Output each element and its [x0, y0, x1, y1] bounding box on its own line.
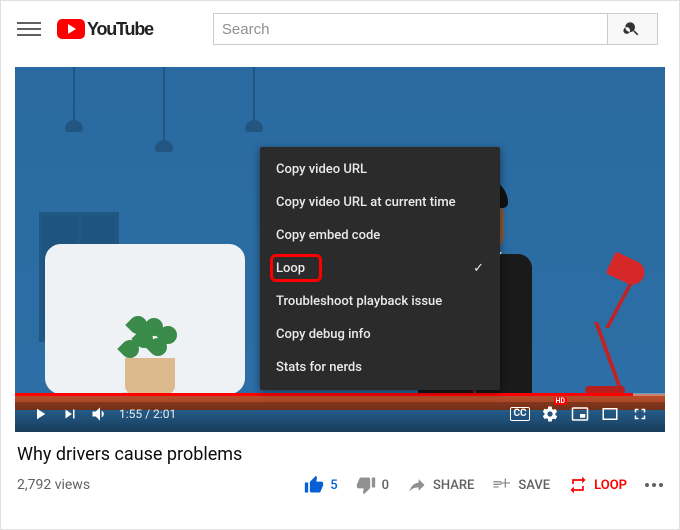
search-button[interactable]: [608, 13, 658, 45]
video-player[interactable]: 1:55 / 2:01 CC HD Copy video URL Copy vi…: [15, 67, 665, 432]
thumbs-down-icon: [356, 475, 376, 495]
menu-icon[interactable]: [17, 17, 41, 41]
share-icon: [407, 475, 427, 495]
loop-button[interactable]: LOOP: [568, 475, 627, 495]
ctx-loop[interactable]: Loop ✓: [260, 252, 500, 285]
fullscreen-button[interactable]: [625, 399, 655, 429]
settings-button[interactable]: HD: [535, 399, 565, 429]
ctx-copy-embed[interactable]: Copy embed code: [260, 219, 500, 252]
ctx-stats[interactable]: Stats for nerds: [260, 351, 500, 384]
gear-icon: [541, 405, 559, 423]
save-button[interactable]: SAVE: [492, 475, 550, 495]
play-button[interactable]: [25, 399, 55, 429]
video-meta: Why drivers cause problems 2,792 views 5…: [1, 432, 679, 495]
theater-button[interactable]: [595, 399, 625, 429]
thumbs-up-icon: [304, 475, 324, 495]
youtube-logo[interactable]: YouTube: [57, 19, 153, 40]
captions-button[interactable]: CC: [505, 399, 535, 429]
playlist-add-icon: [492, 475, 512, 495]
play-icon: [57, 19, 85, 39]
miniplayer-button[interactable]: [565, 399, 595, 429]
hd-badge: HD: [554, 397, 568, 405]
header: YouTube: [1, 1, 679, 57]
volume-button[interactable]: [85, 399, 115, 429]
next-button[interactable]: [55, 399, 85, 429]
action-bar: 5 0 SHARE SAVE LOOP: [304, 475, 663, 495]
search-input[interactable]: [213, 13, 608, 45]
ctx-troubleshoot[interactable]: Troubleshoot playback issue: [260, 285, 500, 318]
ctx-copy-url[interactable]: Copy video URL: [260, 153, 500, 186]
share-button[interactable]: SHARE: [407, 475, 474, 495]
video-title: Why drivers cause problems: [17, 444, 663, 465]
check-icon: ✓: [473, 261, 484, 276]
context-menu: Copy video URL Copy video URL at current…: [260, 147, 500, 390]
like-button[interactable]: 5: [304, 475, 337, 495]
logo-text: YouTube: [87, 19, 153, 40]
time-display: 1:55 / 2:01: [119, 407, 176, 421]
ctx-copy-debug[interactable]: Copy debug info: [260, 318, 500, 351]
player-controls: 1:55 / 2:01 CC HD: [15, 396, 665, 432]
search-bar: [213, 13, 658, 45]
ctx-copy-url-time[interactable]: Copy video URL at current time: [260, 186, 500, 219]
search-icon: [623, 20, 641, 38]
dislike-button[interactable]: 0: [356, 475, 389, 495]
view-count: 2,792 views: [17, 477, 90, 493]
more-button[interactable]: [645, 483, 663, 487]
loop-icon: [568, 475, 588, 495]
